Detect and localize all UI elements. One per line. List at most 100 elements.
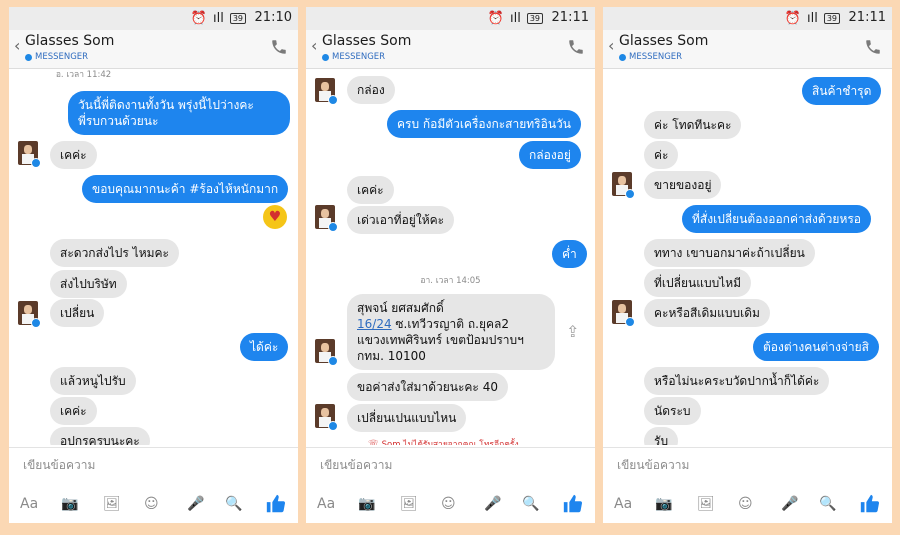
- avatar[interactable]: [315, 339, 338, 366]
- status-time: 21:11: [848, 10, 886, 25]
- gallery-icon[interactable]: 🖼: [103, 496, 121, 512]
- battery-icon: 39: [526, 13, 543, 24]
- message-bubble[interactable]: แล้วหนูไปรับ: [50, 367, 136, 395]
- search-icon[interactable]: 🔍: [522, 496, 539, 512]
- message-bubble[interactable]: ที่เปลี่ยนแบบไหมี: [644, 269, 752, 297]
- camera-icon[interactable]: 📷: [61, 496, 78, 512]
- battery-icon: 39: [229, 13, 246, 24]
- avatar[interactable]: [612, 300, 635, 327]
- message-input[interactable]: เขียนข้อความ: [320, 456, 392, 475]
- alarm-icon: ⏰: [487, 11, 504, 26]
- search-icon[interactable]: 🔍: [819, 496, 836, 512]
- message-bubble[interactable]: ขายของอยู่: [644, 171, 722, 199]
- status-bar: ⏰ ıll 39 21:10: [9, 7, 298, 30]
- chat-header: ‹ Glasses Som MESSENGER: [306, 30, 595, 69]
- message-bubble[interactable]: หรือไม่นะคระบวัดปากน้ำก็ได้ค่ะ: [644, 367, 830, 395]
- status-time: 21:10: [254, 10, 292, 25]
- message-list[interactable]: กล่อง ครบ ก้อมีตัวเครื่องกะสายทริอินวัน …: [306, 69, 595, 445]
- text-format-button[interactable]: Aa: [614, 496, 632, 512]
- avatar[interactable]: [18, 301, 41, 328]
- message-bubble[interactable]: เปลี่ยนเปนแบบไหน: [347, 404, 467, 432]
- message-bubble[interactable]: ขอค่าส่งใส่มาด้วยนะคะ 40: [347, 373, 508, 401]
- emoji-icon[interactable]: ☺: [738, 496, 753, 512]
- message-bubble[interactable]: ททาง เขาบอกมาค่ะถ้าเปลี่ยน: [644, 239, 815, 267]
- contact-name[interactable]: Glasses Som: [322, 33, 411, 49]
- phone-call-icon[interactable]: [270, 38, 288, 56]
- thumbs-up-icon[interactable]: [859, 493, 881, 515]
- back-button[interactable]: ‹: [311, 36, 317, 55]
- camera-icon[interactable]: 📷: [655, 496, 672, 512]
- share-icon[interactable]: ⇪: [566, 322, 579, 341]
- camera-icon[interactable]: 📷: [358, 496, 375, 512]
- chat-header: ‹ Glasses Som MESSENGER: [603, 30, 892, 69]
- emoji-icon[interactable]: ☺: [144, 496, 159, 512]
- chat-header: ‹ Glasses Som MESSENGER: [9, 30, 298, 69]
- message-list[interactable]: สินค้าชำรุด ค่ะ โทดทีนะคะ ค่ะ ขายของอยู่…: [603, 69, 892, 445]
- message-list[interactable]: อ. เวลา 11:42 วันนี้พี่ติดงานทั้งวัน พรุ…: [9, 69, 298, 445]
- message-bubble[interactable]: ขอบคุณมากนะค้า #ร้องไห้หนักมาก: [82, 175, 289, 203]
- message-bubble[interactable]: คะหรือสีเดิมแบบเดิม: [644, 299, 770, 327]
- search-icon[interactable]: 🔍: [225, 496, 242, 512]
- message-bubble[interactable]: ได้ค่ะ: [240, 333, 289, 361]
- message-bubble[interactable]: ค่ะ: [644, 141, 679, 169]
- gallery-icon[interactable]: 🖼: [400, 496, 418, 512]
- messenger-label: MESSENGER: [619, 52, 682, 62]
- message-bubble[interactable]: นัดระบ: [644, 397, 701, 425]
- message-bubble[interactable]: ค่ะ โทดทีนะคะ: [644, 111, 742, 139]
- thumbs-up-icon[interactable]: [265, 493, 287, 515]
- microphone-icon[interactable]: 🎤: [781, 496, 798, 512]
- message-bubble[interactable]: เปลี่ยน: [50, 299, 105, 327]
- back-button[interactable]: ‹: [608, 36, 614, 55]
- messenger-icon: [619, 53, 626, 61]
- address-link[interactable]: 16/24: [357, 317, 392, 331]
- alarm-icon: ⏰: [784, 11, 801, 26]
- contact-name[interactable]: Glasses Som: [619, 33, 708, 49]
- thumbs-up-icon[interactable]: [562, 493, 584, 515]
- contact-name[interactable]: Glasses Som: [25, 33, 114, 49]
- message-bubble[interactable]: ที่สั่งเปลี่ยนต้องออกค่าส่งด้วยหรอ: [682, 205, 872, 233]
- emoji-icon[interactable]: ☺: [441, 496, 456, 512]
- message-bubble[interactable]: สินค้าชำรุด: [802, 77, 882, 105]
- composer-toolbar: Aa 📷 🖼 ☺ 🎤 🔍: [9, 492, 298, 520]
- message-bubble[interactable]: ค่ำ: [552, 240, 587, 268]
- message-bubble[interactable]: วันนี้พี่ติดงานทั้งวัน พรุ่งนี้ไปว่างคะ …: [68, 91, 290, 135]
- missed-call-text: Som ไม่ได้รับสายจากคุณ: [381, 440, 477, 445]
- microphone-icon[interactable]: 🎤: [187, 496, 204, 512]
- composer-toolbar: Aa 📷 🖼 ☺ 🎤 🔍: [603, 492, 892, 520]
- status-icons: ⏰ ıll 39: [488, 11, 543, 26]
- avatar[interactable]: [612, 172, 635, 199]
- message-bubble[interactable]: ต้องต่างคนต่างจ่ายสิ: [753, 333, 879, 361]
- avatar[interactable]: [18, 141, 41, 168]
- gallery-icon[interactable]: 🖼: [697, 496, 715, 512]
- battery-icon: 39: [823, 13, 840, 24]
- message-bubble[interactable]: ครบ ก้อมีตัวเครื่องกะสายทริอินวัน: [387, 110, 581, 138]
- screen-3: ⏰ ıll 39 21:11 ‹ Glasses Som MESSENGER ส…: [603, 7, 892, 523]
- signal-icon: ıll: [509, 11, 521, 26]
- message-bubble[interactable]: อุปกรครบนะคะ: [50, 427, 150, 445]
- phone-call-icon[interactable]: [567, 38, 585, 56]
- back-button[interactable]: ‹: [14, 36, 20, 55]
- text-format-button[interactable]: Aa: [317, 496, 335, 512]
- avatar[interactable]: [315, 205, 338, 232]
- message-bubble[interactable]: กล่องอยู่: [519, 141, 581, 169]
- message-bubble[interactable]: สะดวกส่งไปร ไหมคะ: [50, 239, 179, 267]
- message-bubble[interactable]: เคค่ะ: [50, 141, 97, 169]
- message-bubble[interactable]: กล่อง: [347, 76, 395, 104]
- phone-call-icon[interactable]: [864, 38, 882, 56]
- message-input[interactable]: เขียนข้อความ: [617, 456, 689, 475]
- avatar[interactable]: [315, 404, 338, 431]
- signal-icon: ıll: [806, 11, 818, 26]
- message-bubble[interactable]: เด่วเอาที่อยู่ให้คะ: [347, 206, 455, 234]
- call-back-link[interactable]: โทรอีกครั้ง: [479, 437, 518, 445]
- text-format-button[interactable]: Aa: [20, 496, 38, 512]
- message-bubble[interactable]: ส่งไปบริษัท: [50, 270, 127, 298]
- message-input[interactable]: เขียนข้อความ: [23, 456, 95, 475]
- message-bubble[interactable]: เคค่ะ: [50, 397, 97, 425]
- messenger-label: MESSENGER: [25, 52, 88, 62]
- message-bubble[interactable]: รับ: [644, 427, 679, 445]
- message-bubble[interactable]: เคค่ะ: [347, 176, 394, 204]
- address-message-bubble[interactable]: สุพจน์ ยศสมศักดิ์ 16/24 ซ.เทวีวรญาติ ถ.ย…: [347, 294, 555, 370]
- microphone-icon[interactable]: 🎤: [484, 496, 501, 512]
- message-text: พี่รบกวนด้วยนะ: [78, 114, 159, 128]
- avatar[interactable]: [315, 78, 338, 105]
